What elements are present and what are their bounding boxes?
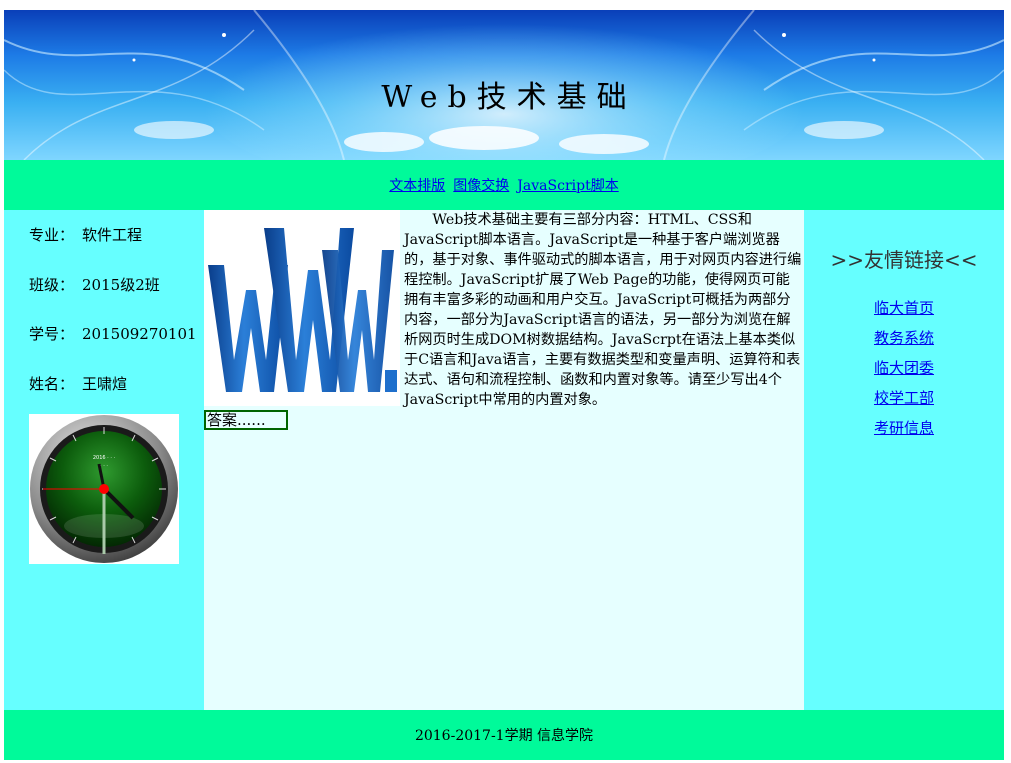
- info-major-label: 专业：: [29, 226, 75, 244]
- info-name-value: 王啸煊: [82, 374, 128, 393]
- clock-icon: 2016 · · · · · ·: [30, 415, 178, 563]
- footer: 2016-2017-1学期 信息学院: [4, 710, 1004, 760]
- www-icon: [208, 228, 397, 392]
- left-sidebar: 专业： 软件工程 班级： 2015级2班 学号： 201509270101 姓名： 王啸…: [4, 210, 204, 710]
- link-student-affairs[interactable]: 校学工部: [804, 387, 1004, 417]
- right-sidebar: >>友情链接<< 临大首页 教务系统 临大团委 校学工部 考研信息: [804, 210, 1004, 710]
- info-student-id-label: 学号：: [29, 325, 75, 343]
- info-student-id-value: 201509270101: [82, 325, 197, 343]
- info-class: 班级： 2015级2班: [29, 274, 204, 324]
- info-class-value: 2015级2班: [82, 275, 160, 294]
- nav-link-javascript[interactable]: JavaScript脚本: [517, 175, 618, 195]
- clock-widget: 2016 · · · · · ·: [29, 414, 179, 564]
- info-name-label: 姓名：: [29, 374, 75, 393]
- info-class-label: 班级：: [29, 275, 75, 294]
- page: Web技术基础 文本排版 图像交换 JavaScript脚本 专业： 软件工程 班…: [4, 10, 1004, 760]
- friend-links-list: 临大首页 教务系统 临大团委 校学工部 考研信息: [804, 297, 1004, 447]
- info-major: 专业： 软件工程: [29, 224, 204, 274]
- site-title: Web技术基础: [381, 80, 637, 115]
- nav-link-text-layout[interactable]: 文本排版: [389, 175, 445, 195]
- nav-link-image-swap[interactable]: 图像交换: [453, 175, 509, 195]
- link-linyi-home[interactable]: 临大首页: [804, 297, 1004, 327]
- header-banner: Web技术基础: [4, 10, 1004, 160]
- link-postgrad-info[interactable]: 考研信息: [804, 417, 1004, 447]
- friend-links-title: >>友情链接<<: [830, 248, 978, 272]
- www-logo-image: [204, 210, 400, 406]
- svg-text:2016 · · ·: 2016 · · ·: [93, 455, 116, 461]
- center-content: Web技术基础主要有三部分内容：HTML、CSS和JavaScript脚本语言。…: [204, 210, 804, 710]
- info-student-id: 学号： 201509270101: [29, 323, 204, 373]
- link-academic-system[interactable]: 教务系统: [804, 327, 1004, 357]
- info-major-value: 软件工程: [82, 226, 143, 244]
- answer-input[interactable]: 答案......: [204, 410, 288, 430]
- link-youth-league[interactable]: 临大团委: [804, 357, 1004, 387]
- top-nav: 文本排版 图像交换 JavaScript脚本: [4, 160, 1004, 210]
- main-content-row: 专业： 软件工程 班级： 2015级2班 学号： 201509270101 姓名： 王啸…: [4, 210, 1004, 710]
- footer-text: 2016-2017-1学期 信息学院: [414, 728, 594, 744]
